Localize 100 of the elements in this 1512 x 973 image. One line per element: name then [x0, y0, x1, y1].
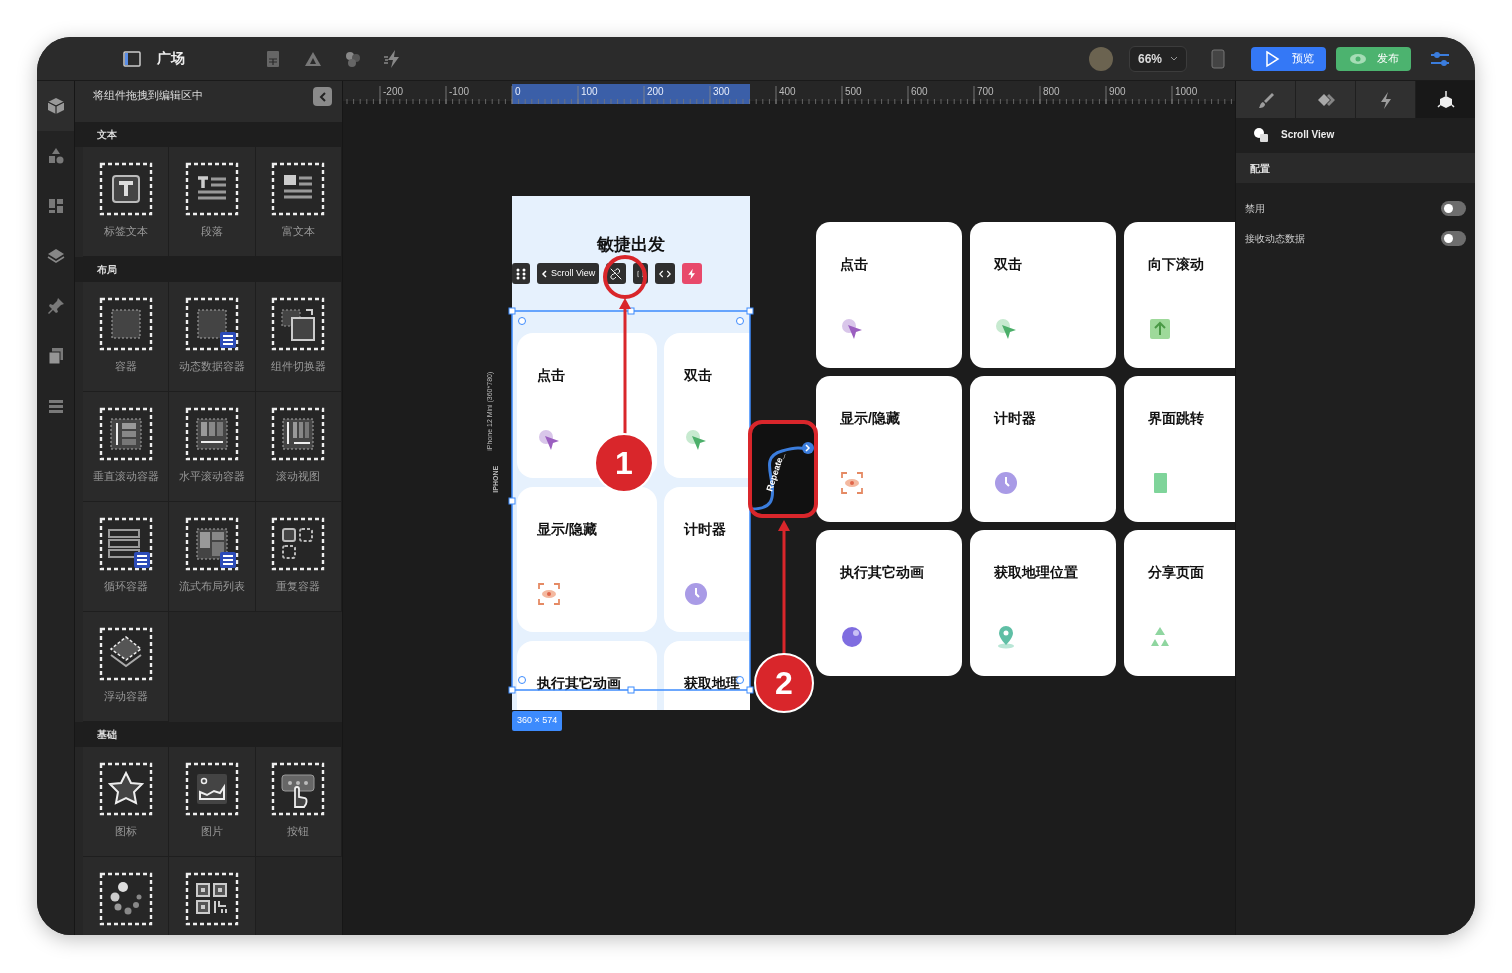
component-box-icon: [1436, 90, 1455, 109]
brush-icon: [1256, 90, 1275, 109]
component-tile[interactable]: 水平滚动容器: [169, 392, 256, 502]
component-tile[interactable]: 按钮: [255, 747, 342, 857]
cursor-icon: [684, 428, 708, 452]
component-box-tab[interactable]: [1416, 81, 1475, 118]
component-tile[interactable]: 段落: [169, 147, 256, 257]
component-tile[interactable]: [169, 857, 256, 935]
card-title: 向下滚动: [1148, 255, 1205, 274]
cursor-icon: [994, 317, 1018, 341]
selection-frame[interactable]: [509, 308, 753, 693]
diamonds-tab[interactable]: [1296, 81, 1355, 118]
setting-label: 禁用: [1245, 201, 1265, 216]
component-tile[interactable]: 垂直滚动容器: [83, 392, 170, 502]
zoom-dropdown[interactable]: 66%: [1128, 45, 1187, 72]
pin-icon[interactable]: [46, 297, 65, 315]
layers-icon[interactable]: [46, 247, 65, 265]
component-tile[interactable]: 图片: [169, 747, 256, 857]
list-database-icon: [97, 516, 154, 572]
database-container-icon: [184, 296, 240, 352]
drag-handle[interactable]: [512, 263, 530, 284]
card-title: 计时器: [684, 520, 727, 539]
preview-button[interactable]: 预览: [1251, 46, 1326, 71]
paragraph-icon: [184, 161, 240, 217]
cube-icon[interactable]: [46, 97, 65, 115]
component-tile[interactable]: 流式布局列表: [169, 502, 256, 612]
component-tile[interactable]: 富文本: [255, 147, 342, 257]
pages-icon[interactable]: [46, 347, 65, 365]
card-title: 计时器: [994, 409, 1037, 428]
component-tile[interactable]: 容器: [83, 282, 170, 392]
ruler-label: 300: [713, 85, 730, 97]
component-icon: [1253, 126, 1269, 143]
blocks-icon[interactable]: [46, 197, 65, 215]
component-tile[interactable]: 动态数据容器: [169, 282, 256, 392]
component-tile[interactable]: 循环容器: [83, 502, 170, 612]
collapse-button[interactable]: [313, 87, 332, 106]
ruler-label: 200: [647, 85, 664, 97]
qr-code-icon: [184, 871, 240, 927]
ruler-label: 400: [779, 85, 796, 97]
unlink-icon[interactable]: [610, 266, 623, 281]
callout-number: 2: [754, 653, 814, 713]
brush-tab[interactable]: [1236, 81, 1295, 118]
card-title: 分享页面: [1148, 563, 1205, 582]
list-icon[interactable]: [46, 397, 65, 415]
component-tile[interactable]: [83, 857, 170, 935]
component-tile[interactable]: 组件切换器: [255, 282, 342, 392]
grip-icon: [516, 267, 526, 280]
ruler-label: 500: [845, 85, 862, 97]
section-title: 基础: [75, 722, 342, 747]
chevron-left-icon: [318, 91, 327, 102]
chevron-down-icon: [1170, 55, 1178, 62]
image-icon: [184, 761, 240, 817]
rich-text-icon: [270, 161, 327, 217]
toggle-switch[interactable]: [1441, 230, 1466, 246]
ruler-label: 800: [1043, 85, 1060, 97]
cursor-icon: [537, 428, 561, 452]
play-icon: [1263, 49, 1282, 68]
toggle-switch[interactable]: [1441, 200, 1466, 216]
card-title: 界面跳转: [1148, 409, 1205, 428]
component-tile[interactable]: 浮动容器: [83, 612, 170, 722]
parent-selector-button[interactable]: Scroll View: [537, 263, 600, 284]
ruler-label: -200: [383, 85, 403, 97]
card-title: 点击: [840, 255, 869, 274]
highlight-ring: [603, 255, 647, 299]
grid-database-icon: [184, 516, 240, 572]
arrow-up-icon: [1148, 317, 1172, 341]
panel-title: 将组件拖拽到编辑区中: [93, 88, 203, 103]
ruler-label: 0: [515, 85, 521, 97]
sliders-icon[interactable]: [1429, 50, 1451, 69]
section-title: 配置: [1236, 153, 1475, 183]
shapes-icon[interactable]: [46, 147, 65, 165]
ruler-label: 900: [1109, 85, 1126, 97]
phone-device-icon[interactable]: [1211, 49, 1225, 70]
card-title: 执行其它动画: [537, 674, 622, 693]
size-label: 360 × 574: [512, 711, 563, 731]
component-tile[interactable]: 滚动视图: [255, 392, 342, 502]
ruler-label: 100: [581, 85, 598, 97]
card-title: 获取地理位置: [994, 563, 1079, 582]
switcher-icon: [270, 296, 327, 352]
ruler-label: 700: [977, 85, 994, 97]
setting-label: 接收动态数据: [1245, 231, 1305, 246]
page-title: 广场: [157, 49, 185, 68]
card-title: 执行其它动画: [840, 563, 925, 582]
circles-icon[interactable]: [343, 49, 363, 70]
component-tile[interactable]: 标签文本: [83, 147, 170, 257]
cursor-icon: [840, 317, 864, 341]
card-title: 点击: [537, 366, 566, 385]
section-title: 布局: [75, 257, 342, 282]
card-title: 显示/隐藏: [537, 520, 598, 539]
clock-icon: [684, 582, 708, 606]
eye-icon: [537, 582, 561, 606]
avatar[interactable]: [1088, 46, 1113, 71]
text-tag-icon: [97, 161, 154, 217]
component-tile[interactable]: 重复容器: [255, 502, 342, 612]
scroll-view-icon: [270, 406, 327, 462]
vertical-scroll-icon: [97, 406, 154, 462]
component-tile[interactable]: 图标: [83, 747, 170, 857]
ruler-label: 600: [911, 85, 928, 97]
ruler-label: 1000: [1175, 85, 1198, 97]
horizontal-scroll-icon: [184, 406, 240, 462]
